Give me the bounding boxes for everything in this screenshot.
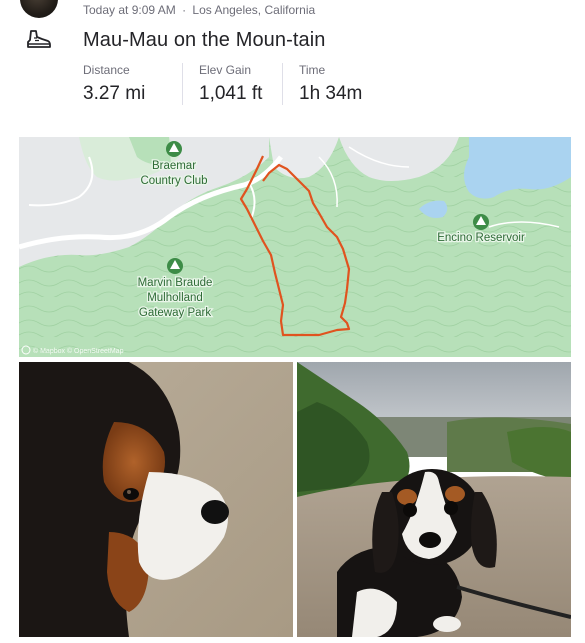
activity-location: Los Angeles, California: [192, 3, 316, 17]
athlete-avatar[interactable]: [20, 0, 58, 18]
meta-separator: ·: [182, 3, 187, 17]
park-pin-icon: [166, 141, 182, 157]
map-attribution[interactable]: © Mapbox © OpenStreetMap: [33, 347, 124, 355]
place-label: Gateway Park: [139, 307, 211, 319]
stat-label: Distance: [83, 63, 130, 77]
stat-distance: Distance 3.27 mi: [83, 63, 182, 105]
place-label: Country Club: [140, 175, 207, 187]
stat-elev-gain: Elev Gain 1,041 ft: [182, 63, 282, 105]
dog-closeup-photo[interactable]: [19, 362, 293, 637]
stat-value: 3.27 mi: [83, 83, 146, 104]
map-canvas: Braemar Country Club Encino Reservoir Ma…: [19, 137, 571, 357]
activity-stats: Distance 3.27 mi Elev Gain 1,041 ft Time…: [83, 63, 378, 105]
dog-on-mountain-photo[interactable]: [297, 362, 571, 637]
stat-label: Elev Gain: [199, 63, 252, 77]
stat-value: 1h 34m: [299, 83, 363, 104]
place-label: Marvin Braude: [138, 277, 213, 289]
activity-meta: Today at 9:09 AM · Los Angeles, Californ…: [83, 3, 315, 17]
stat-time: Time 1h 34m: [282, 63, 378, 105]
place-label: Encino Reservoir: [437, 232, 525, 244]
park-pin-icon: [167, 258, 183, 274]
activity-timestamp: Today at 9:09 AM: [83, 3, 176, 17]
place-label: Mulholland: [147, 292, 203, 304]
hiking-boot-icon: [27, 30, 51, 48]
stat-value: 1,041 ft: [199, 83, 263, 104]
route-map[interactable]: Braemar Country Club Encino Reservoir Ma…: [19, 137, 571, 357]
activity-title[interactable]: Mau-Mau on the Moun-tain: [83, 29, 326, 52]
place-label: Braemar: [152, 160, 196, 172]
stat-label: Time: [299, 63, 326, 77]
park-pin-icon: [473, 214, 489, 230]
